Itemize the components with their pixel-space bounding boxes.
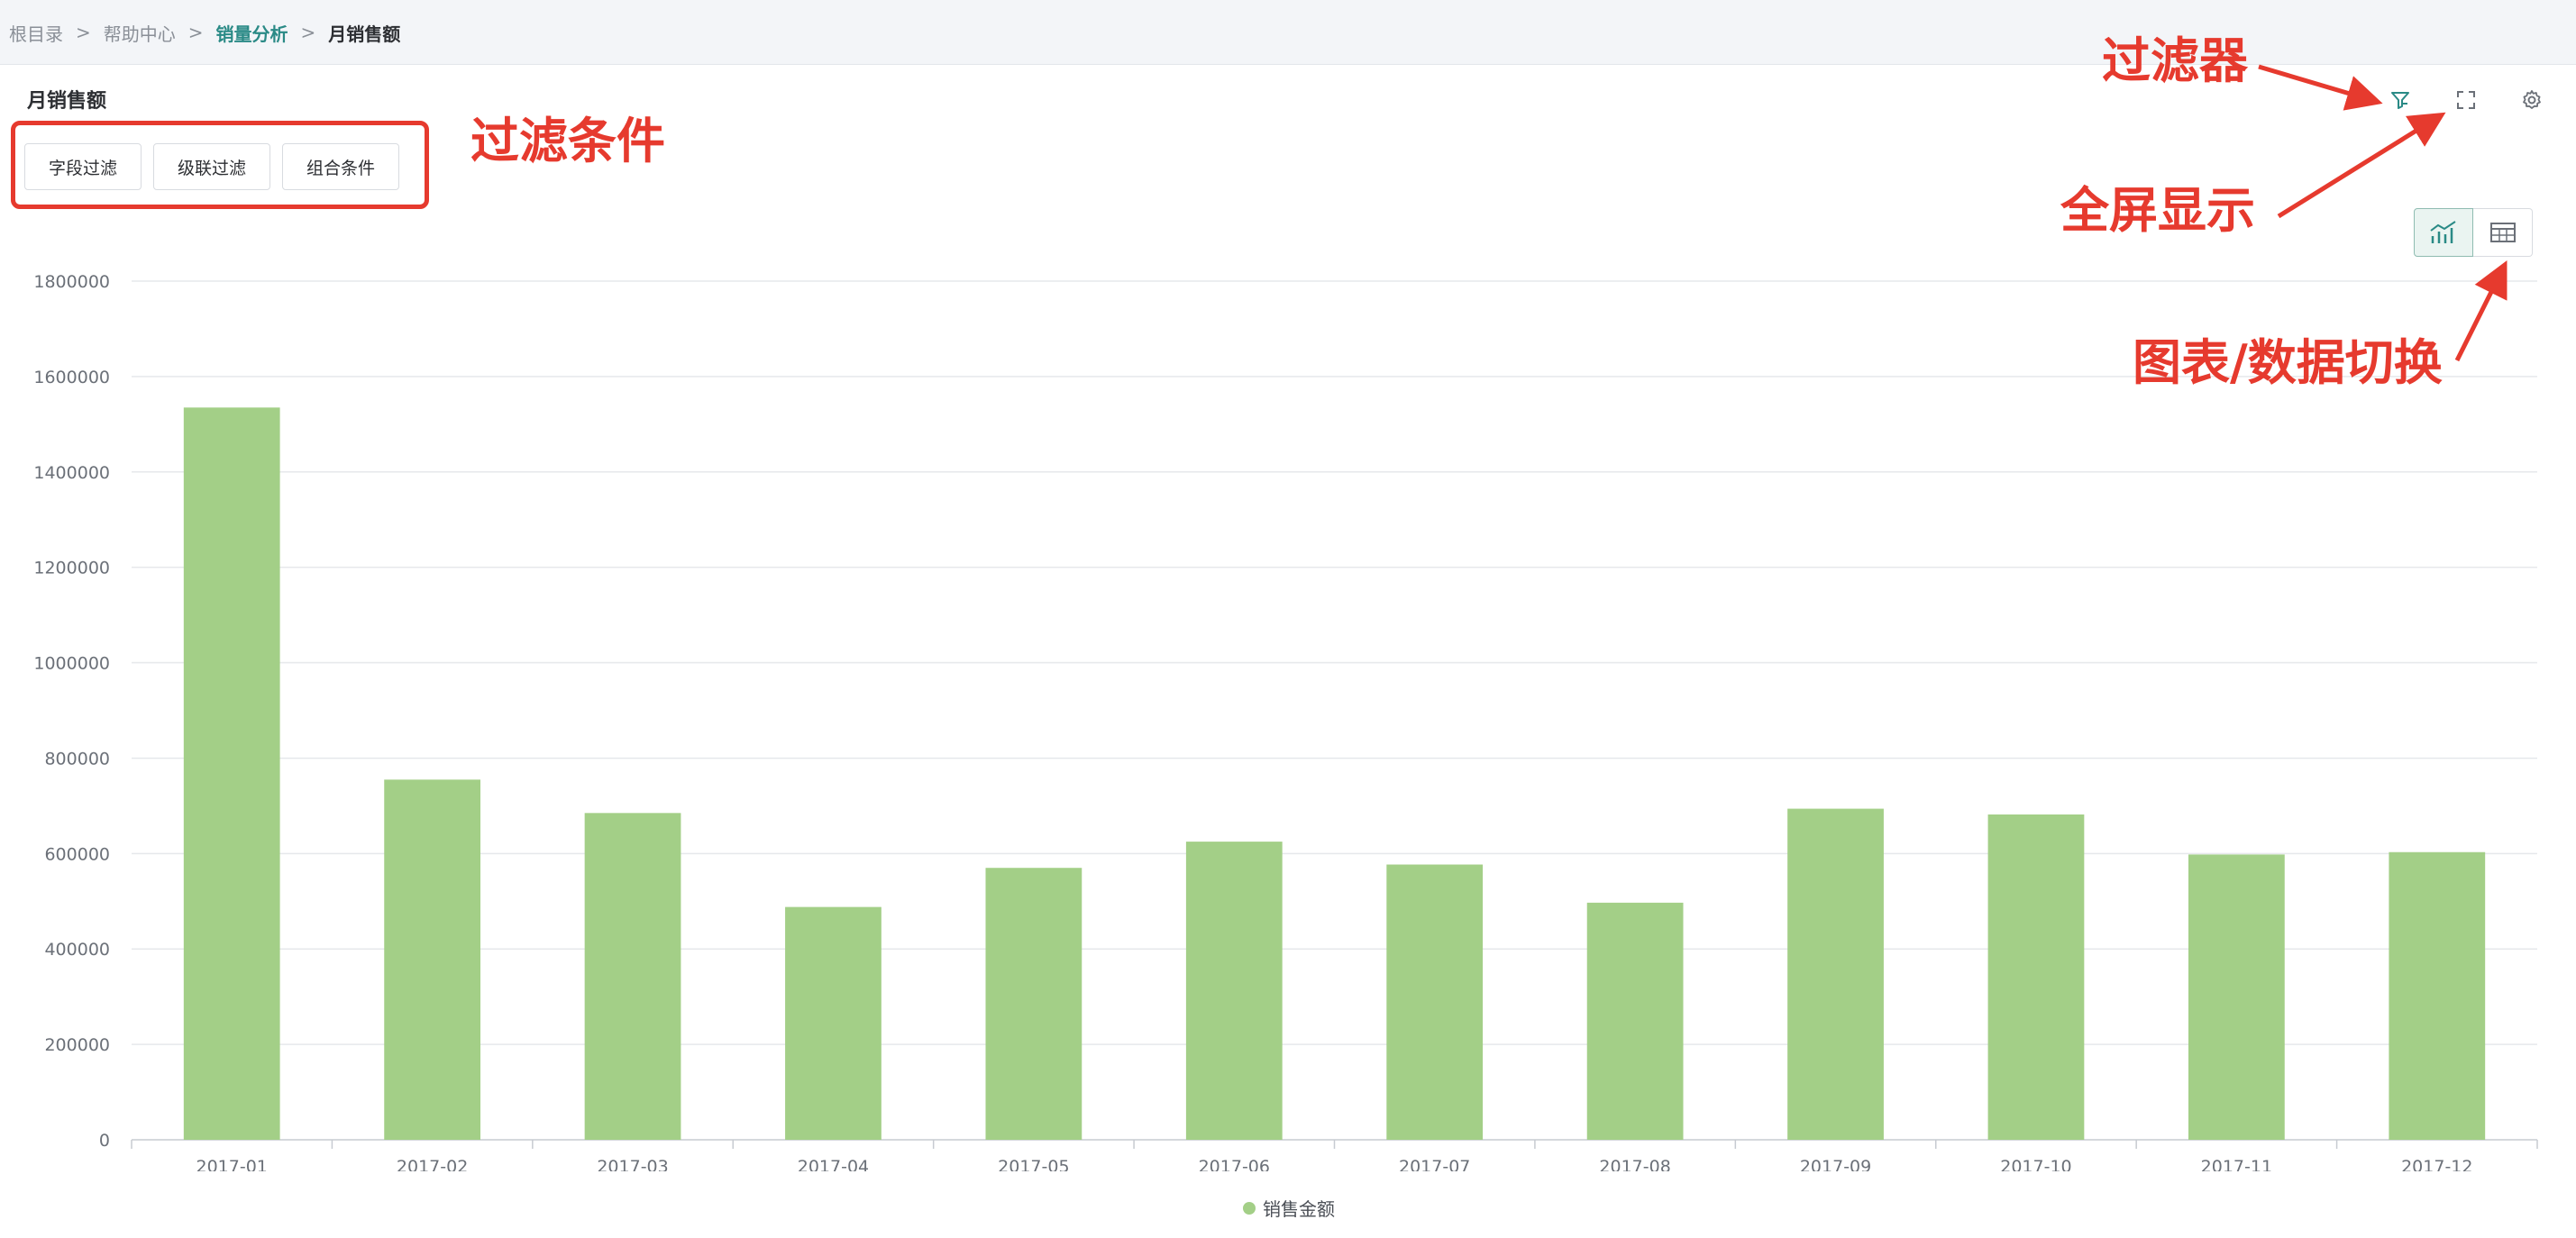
- arrow-to-view-switch: [2454, 260, 2507, 362]
- annotation-arrows: [2258, 64, 2507, 362]
- arrow-to-fullscreen-icon: [2277, 112, 2446, 219]
- arrow-to-filter-icon: [2258, 64, 2383, 111]
